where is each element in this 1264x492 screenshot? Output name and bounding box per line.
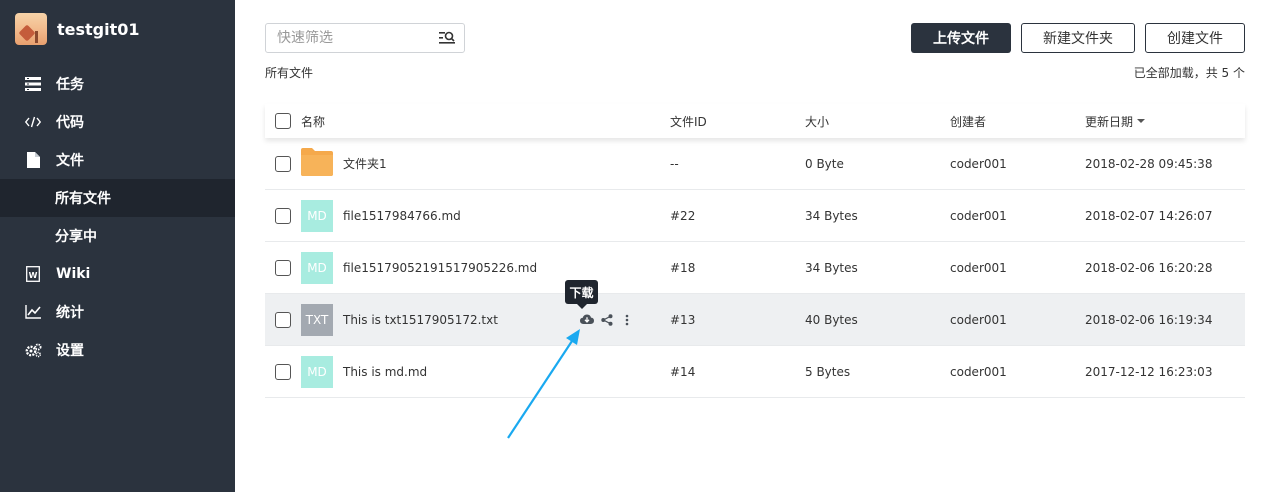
annotation-arrow-icon (507, 329, 580, 439)
file-updated: 2018-02-07 14:26:07 (1085, 208, 1213, 223)
tasks-icon (24, 75, 42, 93)
column-header-size[interactable]: 大小 (805, 104, 829, 138)
file-creator: coder001 (950, 364, 1007, 379)
sidebar-item-label: 设置 (56, 343, 84, 359)
file-updated: 2018-02-28 09:45:38 (1085, 156, 1213, 171)
download-tooltip: 下载 (565, 280, 598, 309)
select-all-checkbox[interactable] (275, 113, 291, 129)
sidebar-item-label: 分享中 (55, 229, 97, 245)
file-updated: 2018-02-06 16:19:34 (1085, 312, 1213, 327)
row-checkbox[interactable] (275, 259, 291, 276)
sidebar-item-code[interactable]: 代码 (0, 103, 235, 141)
column-header-updated-label: 更新日期 (1085, 114, 1134, 129)
folder-icon (301, 147, 333, 176)
sidebar-item-tasks[interactable]: 任务 (0, 65, 235, 103)
settings-icon (24, 341, 42, 359)
table-row[interactable]: MD This is md.md #14 5 Bytes coder001 20… (265, 346, 1245, 398)
row-checkbox[interactable] (275, 363, 291, 380)
file-creator: coder001 (950, 260, 1007, 275)
share-icon[interactable] (597, 313, 617, 326)
file-id: #18 (670, 260, 696, 275)
wiki-icon: W (24, 265, 42, 283)
file-icon (24, 151, 42, 169)
file-name[interactable]: file1517984766.md (343, 190, 461, 241)
file-creator: coder001 (950, 156, 1007, 171)
file-id: -- (670, 156, 679, 171)
code-icon (24, 113, 42, 131)
txt-file-icon: TXT (301, 303, 333, 336)
md-file-icon: MD (301, 355, 333, 388)
file-size: 34 Bytes (805, 208, 858, 223)
project-name: testgit01 (57, 19, 140, 39)
row-checkbox[interactable] (275, 311, 291, 328)
sidebar: testgit01 任务 代码 文件 所有文件 分享中 W Wiki 统计 设置 (0, 0, 235, 492)
sidebar-item-stats[interactable]: 统计 (0, 293, 235, 331)
project-avatar (15, 13, 47, 45)
sort-desc-icon (1137, 119, 1146, 123)
breadcrumb: 所有文件 (265, 66, 314, 80)
filter-search-icon[interactable] (439, 31, 455, 49)
file-id: #22 (670, 208, 696, 223)
sidebar-item-label: 文件 (56, 153, 84, 169)
md-file-icon: MD (301, 251, 333, 284)
file-id: #13 (670, 312, 696, 327)
sidebar-item-label: Wiki (56, 266, 91, 282)
sidebar-item-settings[interactable]: 设置 (0, 331, 235, 369)
project-header[interactable]: testgit01 (15, 13, 140, 45)
more-icon[interactable] (617, 314, 637, 326)
table-row[interactable]: MD file15179052191517905226.md #18 34 By… (265, 242, 1245, 294)
search-input[interactable] (277, 30, 427, 46)
new-folder-button[interactable]: 新建文件夹 (1021, 23, 1135, 53)
file-name[interactable]: This is md.md (343, 346, 427, 397)
sidebar-item-sharing[interactable]: 分享中 (0, 217, 235, 255)
file-size: 34 Bytes (805, 260, 858, 275)
column-header-file-id[interactable]: 文件ID (670, 104, 707, 138)
create-file-button[interactable]: 创建文件 (1145, 23, 1245, 53)
search-box[interactable] (265, 23, 465, 53)
column-header-creator[interactable]: 创建者 (950, 104, 986, 138)
sidebar-item-label: 所有文件 (55, 191, 111, 207)
sidebar-item-all-files[interactable]: 所有文件 (0, 179, 235, 217)
column-header-updated[interactable]: 更新日期 (1085, 104, 1146, 138)
file-name[interactable]: This is txt1517905172.txt (343, 294, 498, 345)
table-row[interactable]: TXT This is txt1517905172.txt #13 40 Byt… (265, 294, 1245, 346)
load-status: 已全部加载，共 5 个 (1133, 66, 1245, 80)
svg-text:W: W (29, 271, 38, 280)
md-file-icon: MD (301, 199, 333, 232)
chart-icon (24, 303, 42, 321)
sidebar-item-label: 统计 (56, 305, 84, 321)
file-name[interactable]: file15179052191517905226.md (343, 242, 537, 293)
table-header: 名称 文件ID 大小 创建者 更新日期 (265, 104, 1245, 138)
file-size: 0 Byte (805, 156, 844, 171)
file-updated: 2017-12-12 16:23:03 (1085, 364, 1213, 379)
file-size: 40 Bytes (805, 312, 858, 327)
file-name[interactable]: 文件夹1 (343, 138, 387, 189)
file-creator: coder001 (950, 208, 1007, 223)
file-creator: coder001 (950, 312, 1007, 327)
file-updated: 2018-02-06 16:20:28 (1085, 260, 1213, 275)
column-header-name[interactable]: 名称 (301, 104, 325, 138)
upload-file-button[interactable]: 上传文件 (911, 23, 1011, 53)
sidebar-item-wiki[interactable]: W Wiki (0, 255, 235, 293)
sidebar-item-label: 任务 (56, 77, 84, 93)
table-row[interactable]: MD file1517984766.md #22 34 Bytes coder0… (265, 190, 1245, 242)
table-row[interactable]: 文件夹1 -- 0 Byte coder001 2018-02-28 09:45… (265, 138, 1245, 190)
file-id: #14 (670, 364, 696, 379)
file-size: 5 Bytes (805, 364, 851, 379)
sidebar-item-files[interactable]: 文件 (0, 141, 235, 179)
sidebar-item-label: 代码 (56, 115, 84, 131)
row-checkbox[interactable] (275, 207, 291, 224)
row-checkbox[interactable] (275, 155, 291, 172)
